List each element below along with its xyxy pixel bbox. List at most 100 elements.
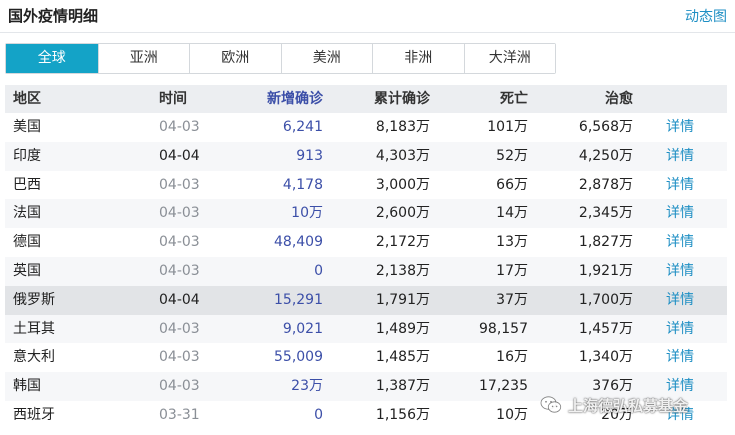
table-row: 土耳其 04-03 9,021 1,489万 98,157 1,457万 详情: [5, 314, 727, 344]
header: 国外疫情明细 动态图: [0, 0, 735, 33]
header-region[interactable]: 地区: [5, 85, 153, 113]
table-row: 意大利 04-03 55,009 1,485万 16万 1,340万 详情: [5, 343, 727, 372]
tab-americas[interactable]: 美洲: [280, 44, 372, 73]
cell-total-cases: 2,172万: [375, 234, 430, 251]
watermark: 上海德弘私募基金: [540, 392, 688, 418]
cell-time: 04-04: [159, 147, 200, 164]
cell-deaths: 16万: [496, 349, 528, 366]
page-title: 国外疫情明细: [8, 7, 99, 25]
header-deaths[interactable]: 死亡: [430, 85, 528, 113]
cell-deaths: 98,157: [479, 320, 528, 337]
cell-total-cases: 1,156万: [375, 406, 430, 423]
cell-region: 美国: [13, 119, 41, 135]
animation-chart-link[interactable]: 动态图: [685, 6, 727, 26]
cell-deaths: 14万: [496, 205, 528, 222]
cell-new-cases: 23万: [291, 378, 323, 395]
cell-deaths: 37万: [496, 291, 528, 308]
cell-new-cases: 0: [314, 406, 323, 423]
table-row: 美国 04-03 6,241 8,183万 101万 6,568万 详情: [5, 113, 727, 142]
cell-region: 俄罗斯: [13, 291, 55, 308]
detail-link[interactable]: 详情: [633, 142, 727, 171]
cell-time: 04-03: [159, 205, 200, 222]
cell-deaths: 10万: [496, 406, 528, 423]
wechat-icon: [540, 396, 562, 413]
cell-cured: 2,345万: [578, 205, 633, 222]
region-tabs: 全球 亚洲 欧洲 美洲 非洲 大洋洲: [5, 43, 556, 74]
cell-cured: 6,568万: [578, 119, 633, 135]
cell-deaths: 66万: [496, 176, 528, 193]
table-row: 德国 04-03 48,409 2,172万 13万 1,827万 详情: [5, 228, 727, 257]
table-row: 英国 04-03 0 2,138万 17万 1,921万 详情: [5, 256, 727, 286]
tab-asia[interactable]: 亚洲: [97, 44, 189, 73]
cell-cured: 2,878万: [578, 176, 633, 193]
table-header: 地区 时间 新增确诊 累计确诊 死亡 治愈: [5, 85, 727, 113]
cell-total-cases: 1,489万: [375, 320, 430, 337]
cell-region: 土耳其: [13, 320, 55, 337]
cell-time: 04-03: [159, 176, 200, 193]
cell-region: 德国: [13, 234, 41, 251]
cell-cured: 1,827万: [578, 234, 633, 251]
tab-global[interactable]: 全球: [6, 44, 98, 73]
detail-link[interactable]: 详情: [633, 171, 727, 200]
cell-new-cases: 15,291: [274, 291, 323, 308]
header-time[interactable]: 时间: [153, 85, 233, 113]
header-new-cases[interactable]: 新增确诊: [233, 85, 323, 113]
cell-time: 04-03: [159, 320, 200, 337]
watermark-text: 上海德弘私募基金: [568, 396, 689, 415]
cell-new-cases: 48,409: [274, 234, 323, 251]
detail-link[interactable]: 详情: [633, 113, 727, 142]
header-cured[interactable]: 治愈: [528, 85, 633, 113]
cell-region: 印度: [13, 147, 41, 164]
cell-cured: 4,250万: [578, 147, 633, 164]
tab-oceania[interactable]: 大洋洲: [463, 44, 555, 73]
detail-link[interactable]: 详情: [633, 257, 727, 286]
tab-europe[interactable]: 欧洲: [189, 44, 281, 73]
cell-new-cases: 4,178: [282, 176, 323, 193]
cell-cured: 1,340万: [578, 349, 633, 366]
table-row: 印度 04-04 913 4,303万 52万 4,250万 详情: [5, 141, 727, 171]
cell-cured: 1,921万: [578, 262, 633, 279]
cell-deaths: 17万: [496, 262, 528, 279]
cell-total-cases: 1,485万: [375, 349, 430, 366]
cell-time: 04-03: [159, 119, 200, 135]
cell-cured: 1,700万: [578, 291, 633, 308]
cell-time: 04-03: [159, 262, 200, 279]
cell-new-cases: 55,009: [274, 349, 323, 366]
cell-region: 西班牙: [13, 406, 55, 423]
header-total-cases[interactable]: 累计确诊: [323, 85, 430, 113]
table-body: 美国 04-03 6,241 8,183万 101万 6,568万 详情 印度 04-04 913…: [5, 113, 727, 430]
cell-new-cases: 913: [296, 147, 323, 164]
epidemic-detail-page: 国外疫情明细 动态图 全球 亚洲 欧洲 美洲 非洲 大洋洲 地区 时间 新增确诊…: [0, 0, 735, 435]
detail-link[interactable]: 详情: [633, 286, 727, 315]
cell-total-cases: 2,138万: [375, 262, 430, 279]
table-row: 巴西 04-03 4,178 3,000万 66万 2,878万 详情: [5, 171, 727, 200]
cell-new-cases: 6,241: [282, 119, 323, 135]
cell-total-cases: 8,183万: [375, 119, 430, 135]
table-row: 法国 04-03 10万 2,600万 14万 2,345万 详情: [5, 199, 727, 229]
cell-deaths: 17,235: [479, 378, 528, 395]
cell-total-cases: 4,303万: [375, 147, 430, 164]
cell-time: 04-03: [159, 234, 200, 251]
cell-total-cases: 2,600万: [375, 205, 430, 222]
detail-link[interactable]: 详情: [633, 343, 727, 372]
header-detail: [633, 85, 727, 113]
cell-total-cases: 3,000万: [375, 176, 430, 193]
cell-region: 英国: [13, 262, 41, 279]
detail-link[interactable]: 详情: [633, 199, 727, 228]
cell-new-cases: 10万: [291, 205, 323, 222]
cell-region: 法国: [13, 205, 41, 222]
cell-region: 巴西: [13, 176, 41, 193]
cell-deaths: 13万: [496, 234, 528, 251]
cell-cured: 1,457万: [578, 320, 633, 337]
cell-total-cases: 1,791万: [375, 291, 430, 308]
cell-time: 04-03: [159, 378, 200, 395]
table-row: 俄罗斯 04-04 15,291 1,791万 37万 1,700万 详情: [5, 285, 727, 315]
cell-time: 04-04: [159, 291, 200, 308]
cell-region: 意大利: [13, 349, 55, 366]
cell-total-cases: 1,387万: [375, 378, 430, 395]
cell-deaths: 52万: [496, 147, 528, 164]
tab-africa[interactable]: 非洲: [372, 44, 464, 73]
cell-time: 03-31: [159, 406, 200, 423]
detail-link[interactable]: 详情: [633, 315, 727, 344]
detail-link[interactable]: 详情: [633, 228, 727, 257]
